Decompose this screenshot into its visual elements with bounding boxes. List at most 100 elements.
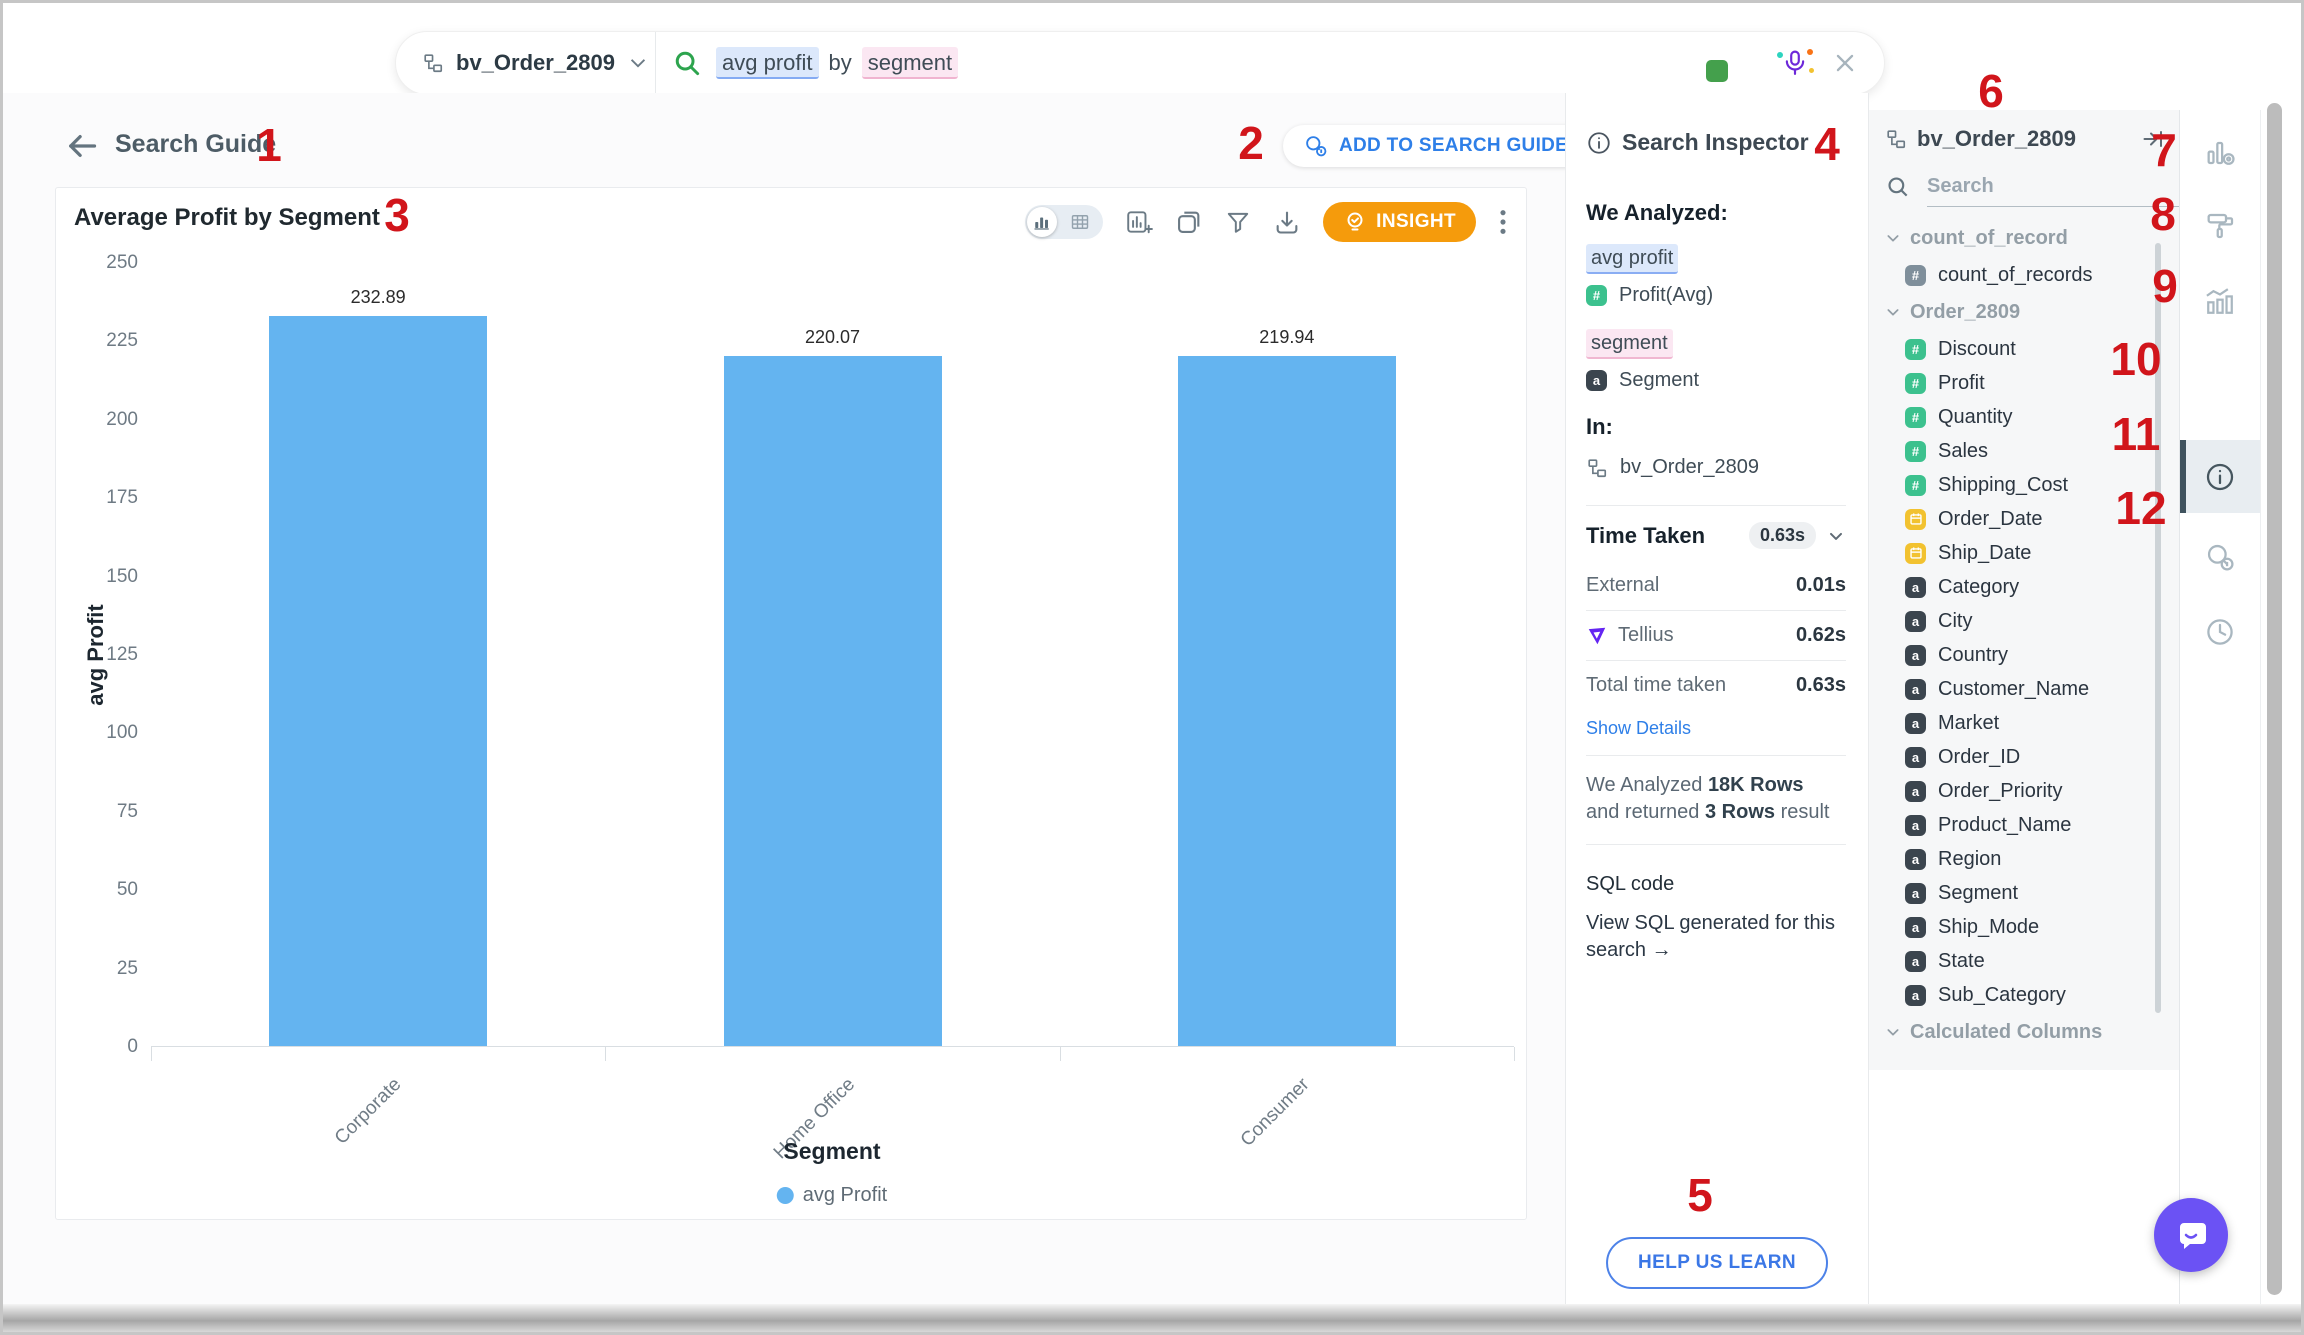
y-tick-label: 200 (106, 409, 138, 431)
analyzed-dataset: bv_Order_2809 (1586, 456, 1846, 479)
field-country[interactable]: aCountry (1885, 638, 2165, 672)
search-bar: bv_Order_2809 avg profit by segment (395, 31, 1885, 95)
field-region[interactable]: aRegion (1885, 842, 2165, 876)
field-state[interactable]: aState (1885, 944, 2165, 978)
field-discount[interactable]: #Discount (1885, 332, 2165, 366)
voice-search-button[interactable] (1782, 48, 1808, 78)
filter-button[interactable] (1225, 209, 1251, 235)
info-icon (1586, 130, 1612, 156)
fields-groups: count_of_record#count_of_recordsOrder_28… (1885, 218, 2165, 1052)
query-token-measure: avg profit (716, 47, 819, 79)
query-connector: by (829, 50, 852, 76)
field-group-order_2809[interactable]: Order_2809 (1885, 292, 2165, 332)
text-field-icon: a (1905, 679, 1926, 700)
fields-search-input[interactable] (1927, 167, 2179, 207)
rail-chart-config-button[interactable] (2180, 116, 2260, 189)
field-customer_name[interactable]: aCustomer_Name (1885, 672, 2165, 706)
download-button[interactable] (1273, 208, 1301, 236)
insight-button[interactable]: INSIGHT (1323, 202, 1476, 242)
field-order_priority[interactable]: aOrder_Priority (1885, 774, 2165, 808)
field-category[interactable]: aCategory (1885, 570, 2165, 604)
numeric-field-icon: # (1905, 441, 1926, 462)
time-taken-badge: 0.63s (1749, 522, 1816, 549)
field-segment[interactable]: aSegment (1885, 876, 2165, 910)
field-shipping_cost[interactable]: #Shipping_Cost (1885, 468, 2165, 502)
rail-visualization-button[interactable] (2180, 264, 2260, 337)
field-group-calculated-columns[interactable]: Calculated Columns (1885, 1012, 2165, 1052)
x-axis-title: Segment (783, 1138, 880, 1165)
copy-icon (1175, 208, 1203, 236)
rail-info-button[interactable] (2180, 440, 2260, 513)
text-field-icon: a (1905, 645, 1926, 666)
dataset-fields-panel: bv_Order_2809 count_of_record#count_of_r… (1869, 110, 2179, 1070)
query-token-measure: avg profit (1586, 244, 1678, 274)
view-sql-link[interactable]: View SQL generated for this search → (1586, 910, 1846, 964)
numeric-field-icon: # (1905, 407, 1926, 428)
y-tick-label: 50 (117, 879, 138, 901)
search-icon (1885, 174, 1911, 200)
time-row-tellius: Tellius0.62s (1586, 611, 1846, 660)
back-button[interactable] (65, 131, 99, 166)
chart-table-toggle[interactable] (1025, 205, 1103, 239)
show-details-link[interactable]: Show Details (1586, 710, 1846, 755)
text-field-icon: a (1905, 883, 1926, 904)
count-field-icon: # (1905, 265, 1926, 286)
top-bar: bv_Order_2809 avg profit by segment (3, 3, 2301, 93)
rail-formatting-button[interactable] (2180, 188, 2260, 261)
field-profit[interactable]: #Profit (1885, 366, 2165, 400)
chart-card: Average Profit by Segment (55, 187, 1527, 1220)
info-icon (2204, 461, 2236, 493)
rail-history-button[interactable] (2180, 595, 2260, 668)
bar-home-office[interactable] (724, 356, 942, 1046)
more-options-button[interactable] (1498, 208, 1508, 236)
add-to-search-guide-button[interactable]: ADD TO SEARCH GUIDE (1283, 125, 1588, 167)
tellius-logo-icon (1586, 625, 1608, 647)
bar-corporate[interactable] (269, 316, 487, 1046)
add-chart-icon (1125, 208, 1153, 236)
query-token-dimension: segment (862, 47, 958, 79)
field-market[interactable]: aMarket (1885, 706, 2165, 740)
collapse-time-button[interactable] (1826, 526, 1846, 546)
chat-support-button[interactable] (2154, 1198, 2228, 1272)
text-field-icon: a (1905, 611, 1926, 632)
text-field-icon: a (1905, 917, 1926, 938)
page-scrollbar[interactable] (2267, 103, 2282, 1295)
field-count_of_records[interactable]: #count_of_records (1885, 258, 2165, 292)
legend-label: avg Profit (803, 1184, 887, 1207)
field-group-count_of_record[interactable]: count_of_record (1885, 218, 2165, 258)
fields-scrollbar[interactable] (2155, 243, 2161, 1013)
collapse-panel-button[interactable] (2141, 127, 2165, 151)
time-taken-header: Time Taken 0.63s (1586, 506, 1846, 561)
field-quantity[interactable]: #Quantity (1885, 400, 2165, 434)
copy-button[interactable] (1175, 208, 1203, 236)
app-window: bv_Order_2809 avg profit by segment (0, 0, 2304, 1335)
kebab-menu-icon (1498, 208, 1508, 236)
numeric-field-icon: # (1905, 475, 1926, 496)
time-taken-label: Time Taken (1586, 523, 1705, 549)
field-ship_date[interactable]: Ship_Date (1885, 536, 2165, 570)
help-us-learn-button[interactable]: HELP US LEARN (1606, 1237, 1828, 1289)
inspector-title: Search Inspector (1622, 129, 1809, 156)
microphone-icon (1782, 48, 1808, 78)
arrow-right-icon: → (1652, 939, 1672, 961)
field-sales[interactable]: #Sales (1885, 434, 2165, 468)
field-order_date[interactable]: Order_Date (1885, 502, 2165, 536)
field-order_id[interactable]: aOrder_ID (1885, 740, 2165, 774)
bar-consumer[interactable] (1178, 356, 1396, 1046)
mapped-column: aSegment (1586, 369, 1846, 392)
y-tick-label: 125 (106, 644, 138, 666)
field-ship_mode[interactable]: aShip_Mode (1885, 910, 2165, 944)
clear-search-button[interactable] (1832, 50, 1858, 76)
chart-legend[interactable]: avg Profit (777, 1184, 887, 1207)
field-product_name[interactable]: aProduct_Name (1885, 808, 2165, 842)
axis-tick (1060, 1047, 1061, 1061)
rows-analyzed-text: We Analyzed 18K Rows and returned 3 Rows… (1586, 756, 1846, 844)
field-sub_category[interactable]: aSub_Category (1885, 978, 2165, 1012)
rail-search-inspector-button[interactable] (2180, 520, 2260, 593)
add-chart-button[interactable] (1125, 208, 1153, 236)
paint-roller-icon (2204, 209, 2236, 241)
search-query-input[interactable]: avg profit by segment (656, 32, 1884, 94)
chevron-down-icon (1885, 1024, 1901, 1040)
field-city[interactable]: aCity (1885, 604, 2165, 638)
dataset-selector[interactable]: bv_Order_2809 (396, 32, 656, 94)
